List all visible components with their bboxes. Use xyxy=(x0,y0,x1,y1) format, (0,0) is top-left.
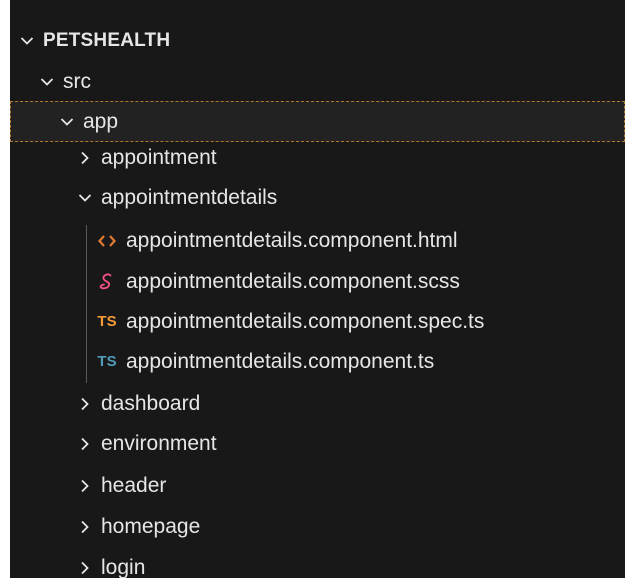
chevron-right-icon xyxy=(78,437,92,451)
chevron-right-icon xyxy=(78,520,92,534)
folder-label: header xyxy=(101,473,167,497)
folder-login[interactable]: login xyxy=(10,547,625,578)
chevron-down-icon xyxy=(78,191,92,205)
root-folder-label: PETSHEALTH xyxy=(43,29,171,51)
file-appointmentdetails-ts[interactable]: TS appointmentdetails.component.ts xyxy=(10,341,625,382)
chevron-down-icon xyxy=(40,75,54,89)
folder-appointment[interactable]: appointment xyxy=(10,137,625,178)
folder-appointmentdetails[interactable]: appointmentdetails xyxy=(10,177,625,218)
file-appointmentdetails-scss[interactable]: appointmentdetails.component.scss xyxy=(10,261,625,302)
folder-label: dashboard xyxy=(101,391,201,415)
chevron-right-icon xyxy=(78,397,92,411)
folder-src[interactable]: src xyxy=(10,61,625,102)
file-name: appointmentdetails.component.scss xyxy=(126,269,460,293)
chevron-right-icon xyxy=(78,151,92,165)
typescript-spec-icon: TS xyxy=(97,313,117,330)
folder-label: environment xyxy=(101,431,217,455)
explorer-root-petshealth[interactable]: PETSHEALTH xyxy=(10,20,625,61)
chevron-right-icon xyxy=(78,479,92,493)
folder-label: homepage xyxy=(101,514,201,538)
chevron-down-icon xyxy=(60,115,74,129)
file-name: appointmentdetails.component.html xyxy=(126,228,458,252)
folder-label: appointment xyxy=(101,145,217,169)
folder-label: login xyxy=(101,555,146,578)
sass-icon xyxy=(94,272,120,292)
file-explorer: PETSHEALTH src app appointment appointme… xyxy=(10,0,625,578)
chevron-right-icon xyxy=(78,561,92,575)
file-appointmentdetails-spec-ts[interactable]: TS appointmentdetails.component.spec.ts xyxy=(10,301,625,342)
html-icon xyxy=(94,234,120,248)
chevron-down-icon xyxy=(20,34,34,48)
folder-header[interactable]: header xyxy=(10,465,625,506)
file-appointmentdetails-html[interactable]: appointmentdetails.component.html xyxy=(10,220,625,261)
folder-app[interactable]: app xyxy=(10,101,625,142)
folder-dashboard[interactable]: dashboard xyxy=(10,383,625,424)
typescript-icon: TS xyxy=(97,353,117,370)
folder-environment[interactable]: environment xyxy=(10,423,625,464)
file-name: appointmentdetails.component.spec.ts xyxy=(126,309,485,333)
folder-label: app xyxy=(83,109,119,133)
folder-label: appointmentdetails xyxy=(101,185,278,209)
folder-homepage[interactable]: homepage xyxy=(10,506,625,547)
file-name: appointmentdetails.component.ts xyxy=(126,349,435,373)
folder-label: src xyxy=(63,69,91,93)
